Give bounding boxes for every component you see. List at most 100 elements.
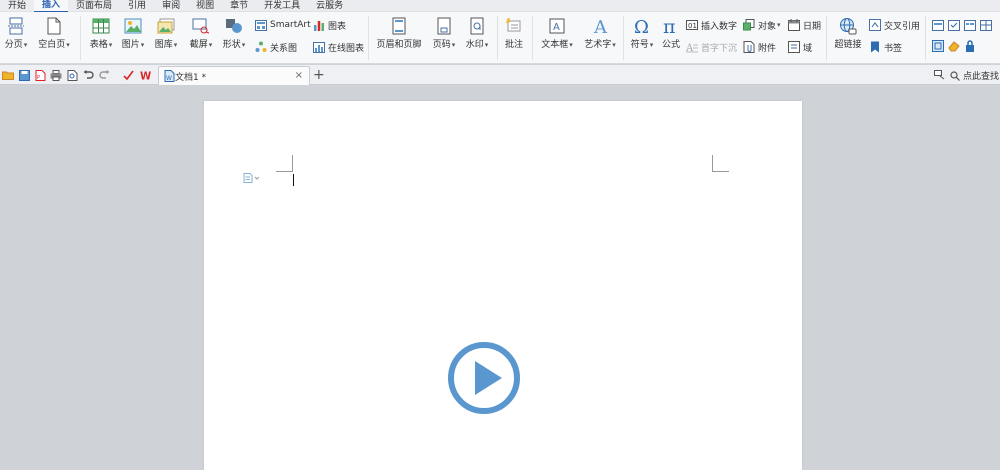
- hyperlink-label: 超链接: [834, 40, 862, 50]
- date-button[interactable]: 日期: [787, 18, 821, 32]
- shapes-icon: [225, 17, 243, 35]
- header-footer-button[interactable]: 页眉和页脚: [374, 12, 424, 51]
- formula-button[interactable]: π 公式: [659, 12, 683, 51]
- tab-section[interactable]: 章节: [222, 0, 256, 12]
- svg-text:Ω: Ω: [634, 17, 649, 35]
- close-icon[interactable]: ×: [295, 70, 303, 81]
- page-break-button[interactable]: 分页▾: [4, 12, 28, 51]
- tab-references[interactable]: 引用: [120, 0, 154, 12]
- chevron-down-icon[interactable]: ▾: [66, 41, 70, 49]
- tab-home[interactable]: 开始: [0, 0, 34, 12]
- tab-view[interactable]: 视图: [188, 0, 222, 12]
- insert-number-button[interactable]: 01 插入数字: [685, 18, 737, 32]
- table-button[interactable]: 表格▾: [87, 12, 115, 51]
- list-control-icon[interactable]: [964, 19, 976, 31]
- wordart-icon: A: [591, 17, 609, 35]
- gallery-button[interactable]: 图库▾: [152, 12, 180, 51]
- watermark-icon: [468, 17, 486, 35]
- redo-icon[interactable]: [98, 69, 110, 81]
- document-tab[interactable]: W 文档1 * ×: [158, 66, 310, 85]
- wordart-button[interactable]: A 艺术字▾: [581, 12, 619, 51]
- textbox-button[interactable]: A 文本框▾: [538, 12, 576, 51]
- attachment-button[interactable]: 附件: [742, 40, 776, 54]
- header-footer-label: 页眉和页脚: [376, 40, 422, 50]
- document-page[interactable]: [204, 101, 802, 470]
- insert-number-label: 插入数字: [701, 21, 738, 32]
- svg-text:P: P: [37, 75, 40, 81]
- paragraph-layout-icon[interactable]: [243, 173, 259, 183]
- watermark-button[interactable]: 水印▾: [462, 12, 492, 51]
- chevron-down-icon[interactable]: ▾: [777, 21, 781, 29]
- online-chart-button[interactable]: 在线图表: [312, 40, 364, 54]
- document-tab-title: 文档1 *: [175, 72, 207, 83]
- page-number-button[interactable]: 页码▾: [429, 12, 459, 51]
- chevron-down-icon[interactable]: ▾: [109, 41, 113, 49]
- chart-button[interactable]: 图表: [312, 18, 346, 32]
- new-tab-button[interactable]: +: [313, 66, 325, 84]
- cross-reference-icon: [868, 19, 881, 31]
- header-footer-icon: [390, 17, 408, 35]
- page-break-icon: [7, 17, 25, 35]
- picture-icon: [124, 17, 142, 35]
- calendar-icon: [787, 19, 800, 31]
- chevron-down-icon[interactable]: ▾: [612, 41, 616, 49]
- tab-developer[interactable]: 开发工具: [256, 0, 308, 12]
- grid-control-icon[interactable]: [980, 19, 992, 31]
- field-button[interactable]: 域: [787, 40, 812, 54]
- design-mode-icon[interactable]: [932, 40, 944, 52]
- play-icon: [448, 342, 520, 414]
- open-folder-icon[interactable]: [2, 69, 14, 81]
- gallery-icon: [157, 17, 175, 35]
- symbol-button[interactable]: Ω 符号▾: [627, 12, 657, 51]
- print-icon[interactable]: [50, 69, 62, 81]
- relation-chart-button[interactable]: 关系图: [254, 40, 297, 54]
- lock-icon[interactable]: [964, 40, 976, 52]
- export-pdf-icon[interactable]: P: [34, 69, 46, 81]
- print-preview-icon[interactable]: [66, 69, 78, 81]
- save-icon[interactable]: [18, 69, 30, 81]
- chevron-down-icon[interactable]: ▾: [650, 41, 654, 49]
- hyperlink-button[interactable]: 超链接: [831, 12, 865, 51]
- blank-page-button[interactable]: 空白页▾: [36, 12, 72, 51]
- tab-bar: P W W 文档1 * × + 点此查找: [0, 65, 1000, 85]
- collapse-ribbon-icon[interactable]: [933, 69, 945, 81]
- screenshot-label: 截屏: [189, 40, 208, 50]
- chevron-down-icon[interactable]: ▾: [209, 41, 213, 49]
- chevron-down-icon[interactable]: ▾: [452, 41, 456, 49]
- undo-icon[interactable]: [82, 69, 94, 81]
- drop-cap-button: A 首字下沉: [685, 40, 737, 54]
- comment-icon: [505, 17, 523, 35]
- svg-text:A: A: [593, 17, 608, 35]
- tab-review[interactable]: 审阅: [154, 0, 188, 12]
- chevron-down-icon[interactable]: ▾: [24, 41, 28, 49]
- shapes-button[interactable]: 形状▾: [219, 12, 249, 51]
- bookmark-button[interactable]: 书签: [868, 40, 902, 54]
- play-button[interactable]: [447, 341, 521, 415]
- checkbox-control-icon[interactable]: [948, 19, 960, 31]
- chevron-down-icon[interactable]: ▾: [485, 41, 489, 49]
- pi-icon: π: [662, 17, 680, 35]
- cross-reference-button[interactable]: 交叉引用: [868, 18, 920, 32]
- chevron-down-icon[interactable]: ▾: [141, 41, 145, 49]
- chevron-down-icon[interactable]: ▾: [569, 41, 573, 49]
- smartart-button[interactable]: SmartArt: [254, 18, 311, 32]
- tab-cloud-service[interactable]: 云服务: [308, 0, 351, 12]
- comment-button[interactable]: 批注: [501, 12, 527, 51]
- drop-cap-icon: A: [685, 41, 698, 53]
- object-button[interactable]: 对象 ▾: [742, 18, 781, 32]
- chart-label: 图表: [328, 21, 347, 32]
- form-control-icon[interactable]: [932, 19, 944, 31]
- chevron-down-icon[interactable]: ▾: [174, 41, 178, 49]
- symbol-label: 符号: [630, 40, 649, 50]
- document-icon: W: [163, 70, 175, 82]
- chevron-down-icon[interactable]: ▾: [242, 41, 246, 49]
- textbox-label: 文本框: [541, 40, 569, 50]
- tab-page-layout[interactable]: 页面布局: [68, 0, 120, 12]
- search-box[interactable]: 点此查找: [950, 69, 999, 82]
- eraser-icon[interactable]: [948, 40, 960, 52]
- picture-button[interactable]: 图片▾: [119, 12, 147, 51]
- wps-logo-icon[interactable]: W: [140, 69, 152, 81]
- tab-insert[interactable]: 插入: [34, 0, 69, 13]
- format-painter-icon[interactable]: [122, 69, 134, 81]
- screenshot-button[interactable]: 截屏▾: [186, 12, 216, 51]
